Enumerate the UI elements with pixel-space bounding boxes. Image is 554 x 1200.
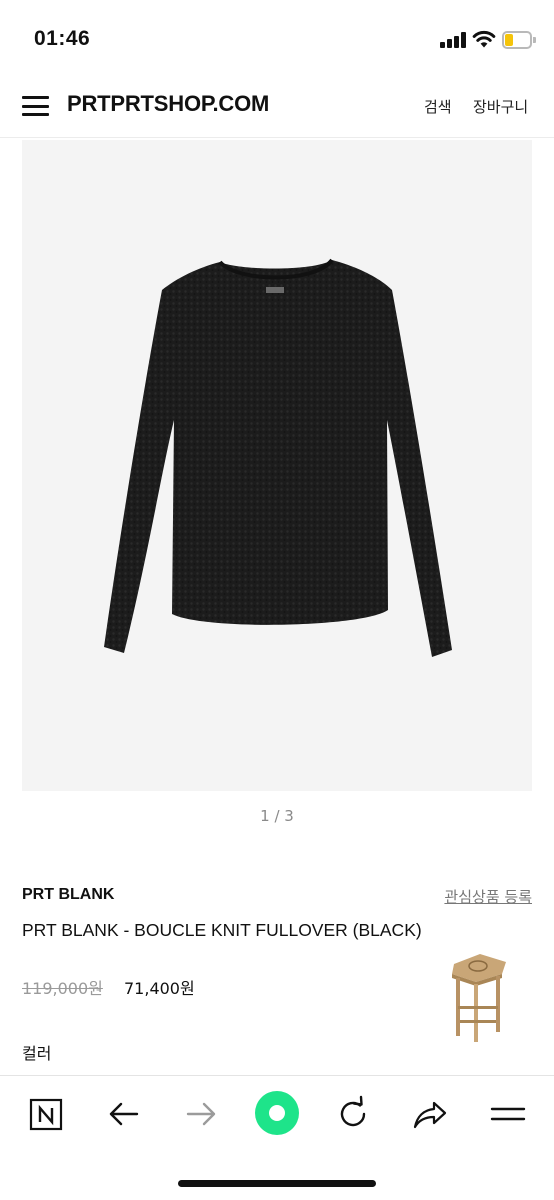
site-logo[interactable]: PRTPRTSHOP.COM <box>67 91 269 117</box>
wishlist-link[interactable]: 관심상품 등록 <box>444 886 532 907</box>
image-counter: 1 / 3 <box>260 807 294 825</box>
cellular-signal-icon <box>440 32 466 48</box>
reload-icon[interactable] <box>333 1094 373 1134</box>
share-icon[interactable] <box>410 1094 450 1134</box>
brand-name[interactable]: PRT BLANK <box>22 886 114 904</box>
naver-n-icon[interactable] <box>26 1094 66 1134</box>
search-link[interactable]: 검색 <box>424 96 452 117</box>
cart-link[interactable]: 장바구니 <box>473 96 528 117</box>
wifi-icon <box>472 29 496 49</box>
product-title: PRT BLANK - BOUCLE KNIT FULLOVER (BLACK) <box>22 920 422 940</box>
color-option-label: 컬러 <box>22 1044 52 1063</box>
home-indicator <box>178 1180 376 1187</box>
site-header: PRTPRTSHOP.COM 검색 장바구니 <box>0 80 554 138</box>
original-price: 119,000원 <box>22 979 103 998</box>
sale-price: 71,400원 <box>124 979 195 998</box>
forward-arrow-icon[interactable] <box>181 1094 221 1134</box>
hamburger-menu-icon[interactable] <box>22 96 49 116</box>
battery-icon <box>502 31 536 49</box>
menu-lines-icon[interactable] <box>488 1094 528 1134</box>
green-circle-icon[interactable] <box>254 1090 300 1136</box>
product-image[interactable] <box>22 140 532 791</box>
status-bar: 01:46 <box>0 0 554 80</box>
related-product-thumbnail[interactable] <box>440 944 520 1044</box>
back-arrow-icon[interactable] <box>104 1094 144 1134</box>
status-time: 01:46 <box>34 27 91 50</box>
sweater-image <box>104 258 452 657</box>
